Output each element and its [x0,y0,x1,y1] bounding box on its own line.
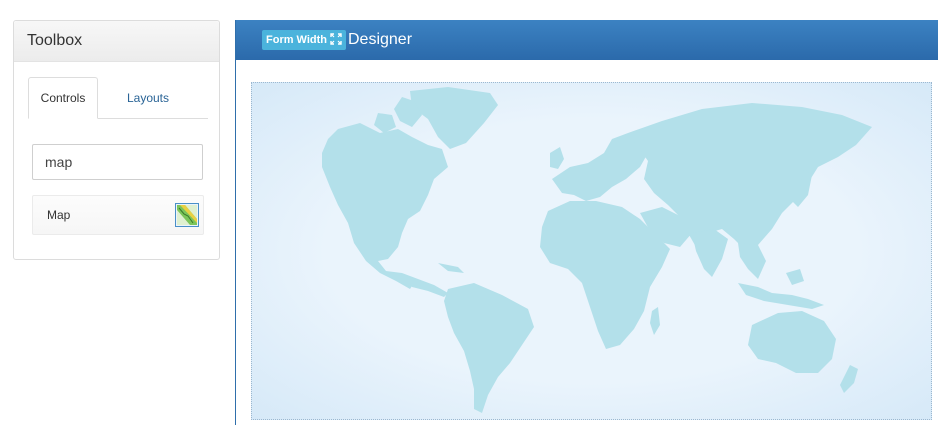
europe-shape [552,133,648,201]
north-america-shape [322,123,448,289]
designer-panel: Form Width Designer [235,20,938,425]
india-shape [692,229,728,277]
form-width-label: Form Width [266,34,327,46]
toolbox-title: Toolbox [14,21,219,62]
control-item-map[interactable]: Map [32,195,204,235]
control-search-input[interactable] [32,144,203,180]
south-america-shape [444,283,534,413]
designer-title: Designer [348,31,413,48]
indonesia-shape [738,269,824,309]
control-item-label: Map [47,208,71,222]
arctic-islands-shape [374,97,422,133]
tab-layouts[interactable]: Layouts [108,77,188,118]
british-isles-shape [550,147,564,169]
tab-controls[interactable]: Controls [28,77,98,119]
greenland-shape [410,87,498,149]
designer-header: Form Width Designer [236,20,938,60]
expand-icon [330,32,342,48]
madagascar-shape [650,307,660,335]
toolbox-panel: Toolbox Controls Layouts Map [13,20,220,260]
world-map [322,87,872,413]
southeast-asia-shape [738,243,766,279]
toolbox-tabs: Controls Layouts [28,77,208,119]
new-zealand-shape [840,365,858,393]
form-width-button[interactable]: Form Width [262,30,346,50]
map-icon [175,203,199,227]
world-map-canvas[interactable] [251,82,932,420]
australia-shape [748,311,836,373]
